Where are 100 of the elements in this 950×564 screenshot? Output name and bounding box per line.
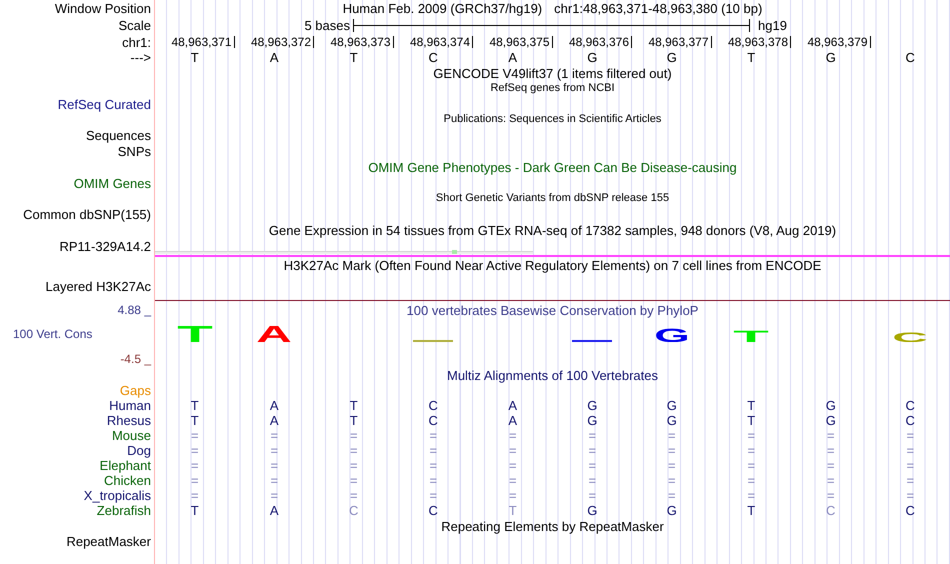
aligned-base: = <box>350 459 358 472</box>
aligned-base: C <box>906 414 915 427</box>
assembly-title: Human Feb. 2009 (GRCh37/hg19) <box>342 2 542 15</box>
scale-span: 5 bases <box>304 19 350 32</box>
aligned-base: C <box>428 414 438 427</box>
sequence-base: A <box>270 51 279 64</box>
aligned-base: = <box>508 444 517 457</box>
aligned-base: = <box>668 429 676 442</box>
aligned-base: T <box>508 504 517 517</box>
aligned-base: = <box>668 474 676 487</box>
aligned-base: = <box>668 444 676 457</box>
aligned-base: = <box>826 444 835 457</box>
aligned-base: = <box>190 459 199 472</box>
aligned-base: = <box>429 459 438 472</box>
aligned-base: = <box>190 444 199 457</box>
track-title: OMIM Gene Phenotypes - Dark Green Can Be Disease-causing <box>368 160 737 174</box>
ruler-position: 48,963,371 <box>171 36 232 48</box>
ruler-position: 48,963,372 <box>250 36 312 48</box>
track-label: chr1: <box>122 36 151 48</box>
ruler-tick <box>313 36 314 48</box>
aligned-base: C <box>826 504 836 517</box>
track-title: Gene Expression in 54 tissues from GTEx RNA-seq of 17382 samples, 948 donors (V8, Aug 2019) <box>268 224 836 236</box>
aligned-base: C <box>428 399 438 412</box>
aligned-base: = <box>747 444 756 457</box>
logo-letter: T <box>731 330 772 342</box>
aligned-base: A <box>508 414 518 427</box>
aligned-base: A <box>270 504 279 517</box>
ruler-position: 48,963,376 <box>568 36 630 48</box>
aligned-base: = <box>747 429 756 442</box>
aligned-base: G <box>587 504 598 517</box>
aligned-base: G <box>587 414 598 427</box>
track-label: Rhesus <box>106 414 151 427</box>
aligned-base: = <box>429 429 438 442</box>
sequence-base: C <box>428 51 438 64</box>
assembly-name: hg19 <box>757 19 787 32</box>
aligned-base: = <box>906 474 914 487</box>
aligned-base: A <box>270 399 279 412</box>
track-label: SNPs <box>118 144 151 158</box>
aligned-base: = <box>588 459 596 472</box>
aligned-base: = <box>747 459 756 472</box>
aligned-base: = <box>429 444 438 457</box>
aligned-base: = <box>906 459 914 472</box>
ruler-tick <box>631 36 632 48</box>
aligned-base: = <box>429 489 438 502</box>
aligned-base: = <box>826 429 835 442</box>
track-label: OMIM Genes <box>74 176 151 190</box>
sequence-base: A <box>508 51 518 64</box>
aligned-base: T <box>747 414 756 427</box>
aligned-base: = <box>668 459 676 472</box>
aligned-base: A <box>270 414 279 427</box>
track-label: 4.88 _ <box>118 304 151 316</box>
logo-letter: T <box>174 325 215 342</box>
aligned-base: = <box>588 444 596 457</box>
ruler-position: 48,963,374 <box>410 36 471 48</box>
aligned-base: = <box>508 489 517 502</box>
ruler-tick <box>472 36 473 48</box>
aligned-base: = <box>588 429 596 442</box>
aligned-base: T <box>190 414 199 427</box>
aligned-base: = <box>350 474 358 487</box>
aligned-base: = <box>350 444 358 457</box>
track-label: -4.5 _ <box>120 353 151 365</box>
track-label: Human <box>109 399 151 412</box>
sequence-base: G <box>826 51 836 64</box>
ruler-tick <box>710 36 712 48</box>
ruler-position: 48,963,373 <box>330 36 392 48</box>
aligned-base: = <box>906 489 914 502</box>
track-label: Common dbSNP(155) <box>23 208 151 220</box>
aligned-base: = <box>350 429 358 442</box>
track-label: 100 Vert. Cons <box>13 327 92 342</box>
aligned-base: T <box>350 414 358 427</box>
track-label: Layered H3K27Ac <box>45 280 151 293</box>
ruler-position: 48,963,375 <box>489 36 550 48</box>
track-title: Short Genetic Variants from dbSNP release 155 <box>436 193 670 204</box>
aligned-base: = <box>270 489 278 502</box>
aligned-base: G <box>666 414 677 427</box>
aligned-base: T <box>190 399 199 412</box>
sequence-base: G <box>666 51 677 64</box>
aligned-base: T <box>190 504 199 517</box>
aligned-base: = <box>429 474 438 487</box>
aligned-base: C <box>906 504 915 517</box>
aligned-base: = <box>270 474 278 487</box>
track-title: 100 vertebrates Basewise Conservation by PhyloP <box>406 304 698 316</box>
aligned-base: = <box>906 429 914 442</box>
track-title: GENCODE V49lift37 (1 items filtered out) <box>433 66 672 80</box>
track-label: Chicken <box>104 474 151 487</box>
aligned-base: T <box>747 504 756 517</box>
track-label: Dog <box>127 444 151 457</box>
aligned-base: C <box>906 399 915 412</box>
track-title: Multiz Alignments of 100 Vertebrates <box>446 369 658 382</box>
aligned-base: = <box>826 459 835 472</box>
track-title: Publications: Sequences in Scientific Articles <box>444 114 662 125</box>
sequence-base: T <box>350 51 358 64</box>
aligned-base: T <box>747 399 756 412</box>
aligned-base: = <box>747 474 756 487</box>
aligned-base: C <box>349 504 358 517</box>
track-label: Gaps <box>120 384 151 397</box>
logo-letter: A <box>254 325 294 342</box>
track-title: H3K27Ac Mark (Often Found Near Active Regulatory Elements) on 7 cell lines from ENCODE <box>284 258 822 272</box>
track-label: RefSeq Curated <box>58 98 151 110</box>
track-label: Scale <box>118 19 151 32</box>
